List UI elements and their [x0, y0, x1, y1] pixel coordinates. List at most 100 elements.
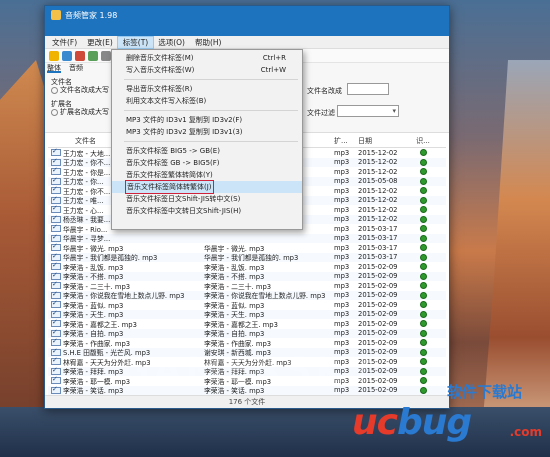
cell-filename: 李荣浩 - 嘉都之王. mp3	[63, 320, 137, 329]
table-row[interactable]: 李荣浩 - 自拍. mp3 李荣浩 - 自拍. mp3 mp3 2015-02-09	[48, 328, 446, 338]
header-status[interactable]: 识...	[413, 136, 433, 146]
row-checkbox[interactable]	[51, 385, 61, 394]
title-bar[interactable]: 音频管家 1.98	[45, 6, 449, 36]
cell-date: 2015-12-02	[358, 148, 398, 157]
status-ok-icon	[419, 158, 427, 166]
cell-tag-title: 李荣浩 - 嘉都之王. mp3	[204, 320, 278, 329]
cell-status	[413, 272, 433, 280]
row-checkbox[interactable]	[51, 223, 61, 233]
row-checkbox[interactable]	[51, 147, 61, 157]
row-checkbox[interactable]	[51, 157, 61, 166]
table-row[interactable]: 李荣浩 - 嘉都之王. mp3 李荣浩 - 嘉都之王. mp3 mp3 2015-02…	[48, 318, 446, 329]
status-ok-icon	[419, 234, 427, 242]
table-row[interactable]: 李荣浩 - 你说我在雪地上数点儿野. mp3 李荣浩 - 你说我在雪地上数点儿野.…	[48, 290, 446, 300]
row-checkbox[interactable]	[51, 195, 61, 204]
refresh-icon[interactable]	[75, 50, 85, 61]
cell-status	[413, 253, 433, 261]
table-row[interactable]: 华晨宇 - 寻梦... mp3 2015-03-17	[48, 233, 446, 243]
row-checkbox[interactable]	[51, 290, 61, 299]
row-checkbox[interactable]	[51, 318, 61, 328]
row-checkbox[interactable]	[51, 347, 61, 356]
row-checkbox[interactable]	[51, 185, 61, 195]
name-to-input[interactable]	[347, 83, 389, 95]
table-row[interactable]: 华晨宇 - 微光. mp3 华晨宇 - 微光. mp3 mp3 2015-03-17	[48, 242, 446, 253]
menu-item[interactable]: 音乐文件标签简体转繁体(J)	[112, 180, 302, 194]
status-ok-icon	[419, 301, 427, 309]
menu-item[interactable]: MP3 文件的 ID3v1 复制到 ID3v2(F)	[112, 114, 302, 126]
open-icon[interactable]	[49, 50, 59, 61]
row-checkbox[interactable]	[51, 271, 61, 280]
tab-overall[interactable]: 整体	[47, 63, 61, 73]
menu-item[interactable]: 音乐文件标签 GB -> BIG5(F)	[112, 157, 302, 169]
menu-item[interactable]: 音乐文件标签 BIG5 -> GB(E)	[112, 145, 302, 157]
row-checkbox[interactable]	[51, 280, 61, 290]
menu-edit[interactable]: 更改(E)	[82, 37, 118, 48]
menu-item[interactable]: 利用文本文件写入标签(B)	[112, 95, 302, 107]
menu-file[interactable]: 文件(F)	[47, 37, 82, 48]
menu-item[interactable]: 音乐文件标签繁体转简体(Y)	[112, 169, 302, 181]
cell-ext: mp3	[334, 338, 350, 347]
cell-status	[413, 339, 433, 347]
row-checkbox[interactable]	[51, 252, 61, 261]
cell-status	[413, 234, 433, 242]
row-checkbox[interactable]	[51, 375, 61, 385]
row-checkbox[interactable]	[51, 176, 61, 185]
table-row[interactable]: 李荣浩 - 蓝似. mp3 李荣浩 - 蓝似. mp3 mp3 2015-02-09	[48, 299, 446, 310]
row-checkbox[interactable]	[51, 309, 61, 318]
table-row[interactable]: 李荣浩 - 二三十. mp3 李荣浩 - 二三十. mp3 mp3 2015-02-0…	[48, 280, 446, 291]
cell-ext: mp3	[334, 272, 350, 281]
menu-tags[interactable]: 标签(T)	[116, 35, 155, 49]
row-checkbox[interactable]	[51, 337, 61, 347]
edit-icon[interactable]	[88, 50, 98, 61]
cell-tag-title: 李荣浩 - 蓝似. mp3	[204, 301, 265, 310]
row-checkbox[interactable]	[51, 366, 61, 375]
table-row[interactable]: 李荣浩 - 不搭. mp3 李荣浩 - 不搭. mp3 mp3 2015-02-09	[48, 271, 446, 282]
table-row[interactable]: 李荣浩 - 作曲家. mp3 李荣浩 - 作曲家. mp3 mp3 2015-02-0…	[48, 337, 446, 348]
menu-item[interactable]: 删除音乐文件标签(M) Ctrl+R	[112, 52, 302, 64]
menu-item[interactable]: 音乐文件标签中文转日文Shift-JIS(H)	[112, 205, 302, 217]
cell-tag-title: 李荣浩 - 二三十. mp3	[204, 282, 272, 291]
menu-help[interactable]: 帮助(H)	[190, 37, 227, 48]
tab-audio[interactable]: 音频	[69, 63, 83, 73]
filename-uppercase-radio[interactable]: 文件名改成大写	[51, 85, 109, 95]
cell-tag-title: 李荣浩 - 不搭. mp3	[204, 273, 265, 282]
header-ext[interactable]: 扩...	[334, 136, 358, 146]
logo-cn-text: 软件下载站	[446, 383, 522, 401]
row-checkbox[interactable]	[51, 261, 61, 271]
header-date[interactable]: 日期	[358, 136, 413, 146]
row-checkbox[interactable]	[51, 356, 61, 366]
cell-filename: 李荣浩 - 乱饭. mp3	[63, 263, 124, 272]
row-checkbox[interactable]	[51, 214, 61, 223]
cell-date: 2015-02-09	[358, 272, 398, 281]
table-row[interactable]: 李荣浩 - 乱饭. mp3 李荣浩 - 乱饭. mp3 mp3 2015-02-09	[48, 261, 446, 272]
row-checkbox[interactable]	[51, 204, 61, 214]
status-ok-icon	[419, 177, 427, 185]
menu-item[interactable]: MP3 文件的 ID3v2 复制到 ID3v1(3)	[112, 126, 302, 138]
file-filter-select[interactable]: ▾	[337, 105, 399, 117]
status-ok-icon	[419, 244, 427, 252]
row-checkbox[interactable]	[51, 242, 61, 252]
menu-item[interactable]: 写入音乐文件标签(W) Ctrl+W	[112, 64, 302, 76]
menu-options[interactable]: 选项(O)	[153, 37, 190, 48]
cell-date: 2015-12-02	[358, 205, 398, 214]
ext-uppercase-radio[interactable]: 扩展名改成大写	[51, 107, 109, 117]
status-ok-icon	[419, 367, 427, 375]
menu-item[interactable]: 导出音乐文件标签(R)	[112, 83, 302, 95]
table-row[interactable]: 李荣浩 - 天生. mp3 李荣浩 - 天生. mp3 mp3 2015-02-09	[48, 309, 446, 319]
site-logo: 软件下载站 ucbug .com	[352, 381, 542, 443]
settings-icon[interactable]	[101, 50, 111, 61]
row-checkbox[interactable]	[51, 166, 61, 176]
menu-item[interactable]: 音乐文件标签日文Shift-JIS转中文(S)	[112, 193, 302, 205]
row-checkbox[interactable]	[51, 328, 61, 337]
menu-item-shortcut: Ctrl+R	[262, 54, 286, 62]
cell-date: 2015-03-17	[358, 234, 398, 243]
cell-date: 2015-12-02	[358, 167, 398, 176]
menu-bar: 文件(F) 更改(E) 标签(T) 选项(O) 帮助(H)	[45, 35, 449, 49]
status-ok-icon	[419, 187, 427, 195]
cell-status	[413, 168, 433, 176]
row-checkbox[interactable]	[51, 233, 61, 242]
search-icon[interactable]	[62, 50, 72, 61]
table-row[interactable]: 华晨宇 - 我们都是孤独的. mp3 华晨宇 - 我们都是孤独的. mp3 mp3 2…	[48, 252, 446, 262]
chevron-down-icon: ▾	[392, 107, 396, 115]
row-checkbox[interactable]	[51, 299, 61, 309]
